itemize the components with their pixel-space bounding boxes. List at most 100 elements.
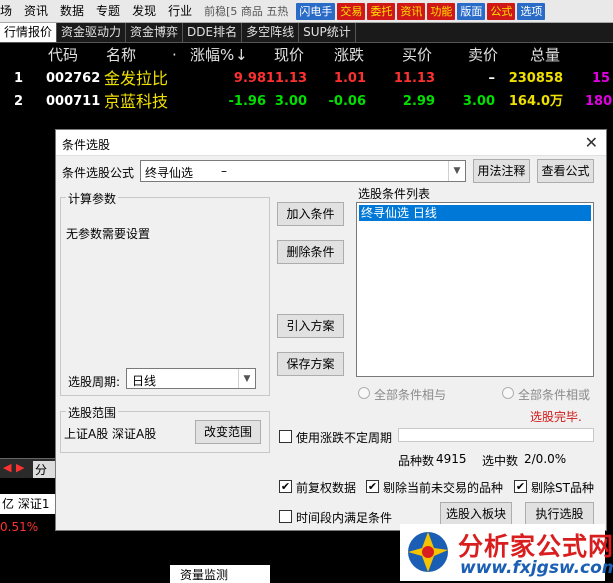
order-button[interactable]: 委托 [367,2,396,20]
condition-item[interactable]: 终寻仙选 日线 [359,205,591,221]
table-header: 代码 名称 · 涨幅% ↓ 现价 涨跌 买价 卖价 总量 [0,44,613,67]
tab-fund-drive[interactable]: 资金驱动力 [57,23,127,42]
site-logo: 分析家公式网 www.fxjgsw.com [400,524,613,581]
ask: 3.00 [462,94,495,109]
chevron-down-icon[interactable]: ▼ [448,161,465,181]
menu-item-data[interactable]: 数据 [54,0,90,23]
stock-code: 000711 [46,94,101,109]
module-tabs: 行情报价 资金驱动力 资金博弈 DDE排名 多空阵线 SUP统计 [0,23,613,43]
col-code[interactable]: 代码 [48,44,78,67]
dialog-titlebar: 条件选股 ✕ [56,130,606,156]
col-bid[interactable]: 买价 [402,44,432,67]
range-text: 上证A股 深证A股 [64,427,157,441]
price: 11.13 [265,71,307,86]
table-row[interactable]: 1 002762 金发拉比 9.98 11.13 1.01 11.13 – 23… [0,67,613,90]
lower-index-panel: 亿 深证1 0.51% [0,478,55,583]
delete-condition-button[interactable]: 删除条件 [277,240,344,264]
adjusted-checkbox[interactable]: ✔ [279,480,292,493]
flash-trade-button[interactable]: 闪电手 [296,2,336,20]
extra-col: 180 [585,94,613,109]
exclude-st-label: 剔除ST品种 [531,481,594,495]
news-button[interactable]: 资讯 [397,2,426,20]
save-plan-button[interactable]: 保存方案 [277,352,344,376]
change-pct: -1.96 [228,94,266,109]
col-dot: · [172,46,177,64]
chevron-down-icon[interactable]: ▼ [238,369,255,388]
formula-dash: – [221,164,227,178]
logo-url: www.fxjgsw.com [460,558,613,578]
trade-button[interactable]: 交易 [337,2,366,20]
scroll-right-icon[interactable]: ▶ [16,461,24,474]
layout-button[interactable]: 版面 [457,2,486,20]
menu-watermark-text: 前稳[5 商品 五热 [204,4,289,18]
tab-quotes[interactable]: 行情报价 [0,23,58,42]
execute-filter-button[interactable]: 执行选股 [525,502,594,526]
volume: 230858 [508,71,563,86]
condition-list-title: 选股条件列表 [358,187,431,201]
exclude-untraded-checkbox[interactable]: ✔ [366,480,379,493]
radio-and[interactable] [358,387,370,399]
no-params-text: 无参数需要设置 [66,227,151,241]
count-value: 4915 [436,452,467,466]
tab-sup-stats[interactable]: SUP统计 [299,23,356,42]
calc-params-title: 计算参数 [66,190,119,207]
row-index: 1 [14,71,24,86]
radio-or[interactable] [502,387,514,399]
sort-down-icon: ↓ [235,46,248,64]
usage-notes-button[interactable]: 用法注释 [473,159,530,183]
volume-monitor-tab[interactable]: 资量监测 [170,565,270,583]
lower-tab-strip: ◀ ▶ 分名 [0,458,55,495]
tab-dde-rank[interactable]: DDE排名 [183,23,243,42]
period-label: 选股周期: [68,375,121,389]
exclude-untraded-label: 剔除当前未交易的品种 [383,481,504,495]
menu-item-news[interactable]: 资讯 [18,0,54,23]
col-change[interactable]: 涨跌 [334,44,364,67]
col-price[interactable]: 现价 [274,44,304,67]
formula-select[interactable]: 终寻仙选 – ▼ [140,160,466,182]
price: 3.00 [274,94,307,109]
col-volume[interactable]: 总量 [530,44,560,67]
uncertain-period-checkbox[interactable] [279,430,292,443]
condition-list[interactable]: 终寻仙选 日线 [356,202,594,377]
col-ask[interactable]: 卖价 [468,44,498,67]
menu-bar: 场 资讯 数据 专题 发现 行业 前稳[5 商品 五热 闪电手 交易 委托 资讯… [0,0,613,23]
stock-code: 002762 [46,71,101,86]
col-change-pct[interactable]: 涨幅% [190,44,234,67]
stock-name: 金发拉比 [104,69,169,88]
count-label: 品种数 [398,454,435,468]
change-range-button[interactable]: 改变范围 [195,420,261,444]
menu-item-discover[interactable]: 发现 [126,0,162,23]
add-condition-button[interactable]: 加入条件 [277,202,344,226]
load-plan-button[interactable]: 引入方案 [277,314,344,338]
close-icon[interactable]: ✕ [585,133,598,152]
period-select[interactable]: 日线 ▼ [126,368,256,389]
stock-name: 京蓝科技 [104,92,169,111]
range-title: 选股范围 [66,404,119,421]
col-name[interactable]: 名称 [106,44,136,67]
formula-value: 终寻仙选 [145,166,194,180]
exclude-st-checkbox[interactable]: ✔ [514,480,527,493]
view-formula-button[interactable]: 查看公式 [537,159,594,183]
table-row[interactable]: 2 000711 京蓝科技 -1.96 3.00 -0.06 2.99 3.00… [0,90,613,113]
change: 1.01 [333,71,366,86]
time-range-checkbox[interactable] [279,510,292,523]
adjusted-label: 前复权数据 [296,481,357,495]
logo-mark-icon [408,532,448,572]
bid: 11.13 [393,71,435,86]
tab-long-short[interactable]: 多空阵线 [242,23,300,42]
period-value: 日线 [132,374,157,388]
change: -0.06 [328,94,366,109]
menu-item-industry[interactable]: 行业 [162,0,198,23]
tab-fund-game[interactable]: 资金博弈 [126,23,184,42]
scroll-left-icon[interactable]: ◀ [3,461,11,474]
menu-item[interactable]: 场 [0,0,18,23]
formula-button[interactable]: 公式 [487,2,516,20]
options-button[interactable]: 选项 [517,2,546,20]
volume: 164.0万 [508,94,563,109]
add-to-block-button[interactable]: 选股入板块 [440,502,512,526]
radio-or-label: 全部条件相或 [518,388,591,402]
functions-button[interactable]: 功能 [427,2,456,20]
menu-item-topics[interactable]: 专题 [90,0,126,23]
formula-label: 条件选股公式 [62,166,135,180]
uncertain-period-label: 使用涨跌不定周期 [296,431,393,445]
